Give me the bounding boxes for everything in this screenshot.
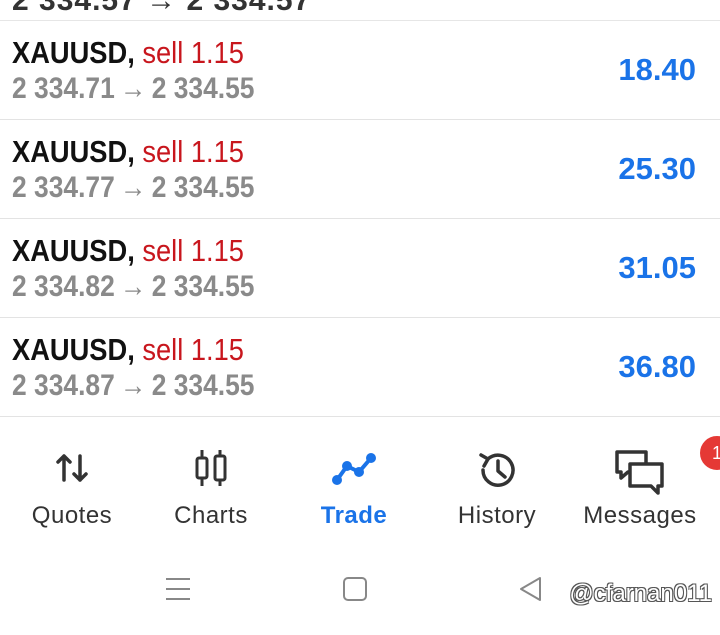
trade-side: sell	[142, 233, 184, 268]
arrow-right-icon: →	[120, 171, 147, 204]
tab-label: History	[457, 502, 537, 529]
position-title: XAUUSD, sell 1.15	[12, 332, 244, 368]
position-title: XAUUSD, sell 1.15	[12, 233, 244, 269]
current-price: 2 334.55	[151, 369, 255, 402]
trade-volume: 1.15	[190, 35, 244, 70]
trade-volume: 1.15	[190, 134, 244, 169]
current-price: 2 334.55	[151, 171, 255, 204]
watermark: @cfarnan011	[569, 580, 712, 607]
tab-label: Quotes	[31, 502, 113, 529]
tab-charts[interactable]: Charts	[139, 440, 283, 540]
position-row[interactable]: XAUUSD, sell 1.15 2 334.82 → 2 334.55 31.0…	[0, 219, 720, 318]
price-range: 2 334.77 → 2 334.55	[12, 170, 254, 206]
open-price: 2 334.77	[12, 171, 115, 204]
arrow-right-icon: →	[120, 369, 147, 402]
partial-price-text: 2 334.57 → 2 334.57	[12, 0, 312, 17]
price-range: 2 334.87 → 2 334.55	[12, 368, 254, 404]
profit-value: 31.05	[618, 250, 696, 285]
symbol: XAUUSD,	[12, 233, 135, 268]
tab-quotes[interactable]: Quotes	[0, 440, 144, 540]
tab-label: Messages	[583, 502, 697, 529]
bottom-tab-bar: Quotes Charts Trade History 1 Messages	[0, 434, 720, 540]
price-range: 2 334.82 → 2 334.55	[12, 269, 254, 305]
tab-label: Trade	[320, 502, 388, 529]
trade-side: sell	[142, 35, 184, 70]
back-icon[interactable]	[516, 574, 546, 609]
position-row[interactable]: XAUUSD, sell 1.15 2 334.87 → 2 334.55 36.8…	[0, 318, 720, 417]
trade-side: sell	[142, 134, 184, 169]
open-price: 2 334.87	[12, 369, 115, 402]
history-clock-icon	[473, 446, 521, 499]
tab-trade[interactable]: Trade	[282, 440, 426, 540]
partial-position-row: 2 334.57 → 2 334.57	[0, 0, 720, 21]
current-price: 2 334.55	[151, 72, 255, 105]
arrow-right-icon: →	[120, 72, 147, 105]
symbol: XAUUSD,	[12, 35, 135, 70]
candlestick-icon	[189, 446, 233, 495]
profit-value: 18.40	[618, 52, 696, 87]
tab-messages[interactable]: 1 Messages	[568, 434, 720, 540]
symbol: XAUUSD,	[12, 134, 135, 169]
trade-side: sell	[142, 332, 184, 367]
trade-volume: 1.15	[190, 233, 244, 268]
tab-history[interactable]: History	[425, 440, 569, 540]
profit-value: 36.80	[618, 349, 696, 384]
price-range: 2 334.71 → 2 334.55	[12, 71, 254, 107]
position-title: XAUUSD, sell 1.15	[12, 134, 244, 170]
trade-volume: 1.15	[190, 332, 244, 367]
position-row[interactable]: XAUUSD, sell 1.15 2 334.71 → 2 334.55 18.4…	[0, 21, 720, 120]
position-row[interactable]: XAUUSD, sell 1.15 2 334.77 → 2 334.55 25.3…	[0, 120, 720, 219]
messages-icon: 1	[612, 434, 720, 503]
current-price: 2 334.55	[151, 270, 255, 303]
symbol: XAUUSD,	[12, 332, 135, 367]
home-icon[interactable]	[340, 574, 370, 609]
quotes-arrows-icon	[50, 446, 94, 495]
tab-label: Charts	[174, 502, 248, 529]
unread-badge: 1	[698, 434, 720, 472]
arrow-right-icon: →	[120, 270, 147, 303]
positions-list: XAUUSD, sell 1.15 2 334.71 → 2 334.55 18.4…	[0, 21, 720, 417]
open-price: 2 334.71	[12, 72, 115, 105]
trade-line-icon	[330, 446, 378, 495]
open-price: 2 334.82	[12, 270, 115, 303]
recents-icon[interactable]	[163, 574, 193, 609]
profit-value: 25.30	[618, 151, 696, 186]
position-title: XAUUSD, sell 1.15	[12, 35, 244, 71]
